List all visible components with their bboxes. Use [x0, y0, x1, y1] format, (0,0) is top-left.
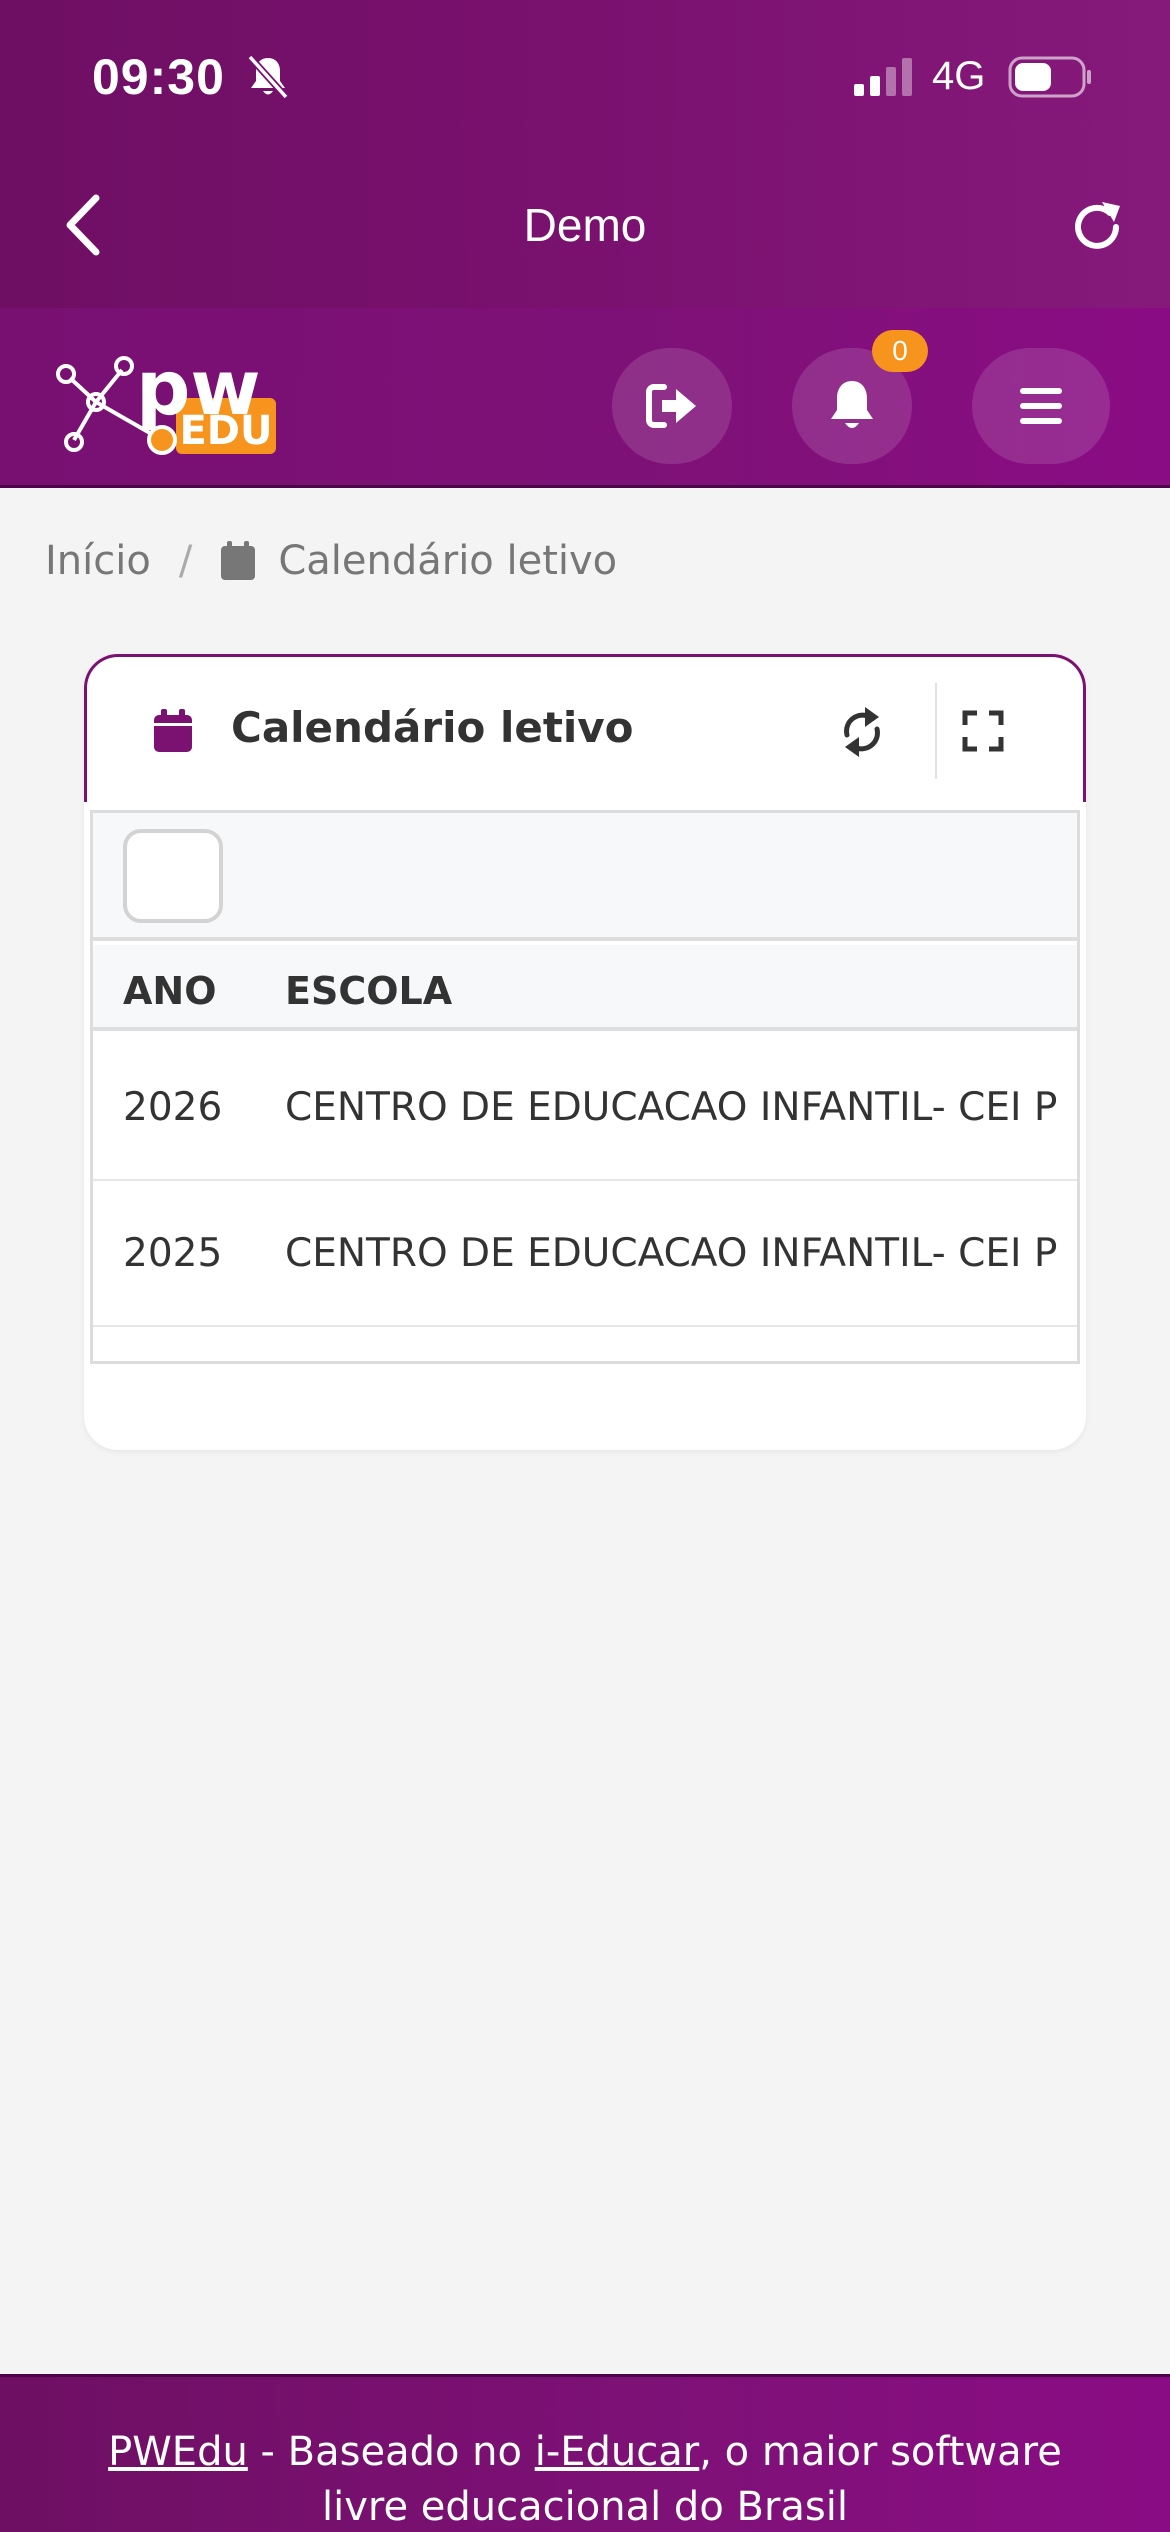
- sign-out-icon: [646, 384, 696, 428]
- cell-ano: 2025: [123, 1231, 223, 1276]
- ieducar-link[interactable]: i-Educar: [535, 2429, 700, 2475]
- sync-icon[interactable]: [837, 703, 887, 761]
- table-row[interactable]: 2025 CENTRO DE EDUCACAO INFANTIL- CEI P: [93, 1181, 1077, 1327]
- bell-icon: [831, 381, 873, 428]
- breadcrumb-separator: /: [178, 538, 193, 584]
- card-title: Calendário letivo: [231, 703, 634, 752]
- breadcrumb-home-link[interactable]: Início: [45, 538, 151, 584]
- pwedu-link[interactable]: PWEdu: [108, 2429, 248, 2475]
- cell-escola: CENTRO DE EDUCACAO INFANTIL- CEI P: [285, 1085, 1058, 1130]
- reload-icon[interactable]: [1066, 196, 1128, 258]
- browser-header: 09:30 4G Demo: [0, 0, 1170, 308]
- bell-off-icon: [247, 54, 289, 100]
- app-bar: EDU pw 0: [0, 308, 1170, 488]
- cell-escola: CENTRO DE EDUCACAO INFANTIL- CEI P: [285, 1231, 1058, 1276]
- footer-line-1: PWEdu - Baseado no i-Educar, o maior sof…: [0, 2425, 1170, 2480]
- status-time: 09:30: [92, 49, 225, 105]
- notification-count-badge: 0: [872, 330, 928, 372]
- signal-icon: [854, 58, 912, 96]
- table-row[interactable]: 2026 CENTRO DE EDUCACAO INFANTIL- CEI P: [93, 1035, 1077, 1181]
- menu-button[interactable]: [972, 348, 1110, 464]
- header-divider: [935, 683, 937, 779]
- footer-text-1: - Baseado no: [247, 2429, 535, 2475]
- table-toolbar: [93, 813, 1077, 941]
- svg-text:pw: pw: [136, 343, 261, 432]
- battery-icon: [1008, 56, 1091, 98]
- hamburger-menu-icon: [1020, 388, 1062, 424]
- cell-ano: 2026: [123, 1085, 223, 1130]
- status-bar: 09:30 4G: [0, 0, 1170, 150]
- table-header-row: ANO ESCOLA: [93, 945, 1077, 1031]
- select-all-checkbox[interactable]: [123, 829, 223, 923]
- calendar-card: Calendário letivo ANO ESCOLA 2026 CENTRO…: [84, 654, 1086, 1450]
- nav-bar: Demo: [0, 150, 1170, 308]
- column-header-escola[interactable]: ESCOLA: [285, 969, 452, 1013]
- footer: PWEdu - Baseado no i-Educar, o maior sof…: [0, 2374, 1170, 2532]
- nav-title: Demo: [523, 199, 647, 251]
- footer-text-2: , o maior software: [699, 2429, 1062, 2475]
- card-header: Calendário letivo: [84, 654, 1086, 802]
- logout-button[interactable]: [612, 348, 732, 464]
- breadcrumb: Início / Calendário letivo: [45, 536, 617, 586]
- calendar-table: ANO ESCOLA 2026 CENTRO DE EDUCACAO INFAN…: [90, 810, 1080, 1364]
- calendar-icon: [221, 541, 256, 580]
- footer-line-2: livre educacional do Brasil: [322, 2484, 848, 2530]
- breadcrumb-current: Calendário letivo: [278, 538, 618, 584]
- pwedu-logo[interactable]: EDU pw: [44, 336, 284, 466]
- column-header-ano[interactable]: ANO: [123, 969, 217, 1013]
- fullscreen-icon[interactable]: [961, 709, 1005, 753]
- calendar-icon: [154, 709, 192, 752]
- network-label: 4G: [932, 54, 986, 98]
